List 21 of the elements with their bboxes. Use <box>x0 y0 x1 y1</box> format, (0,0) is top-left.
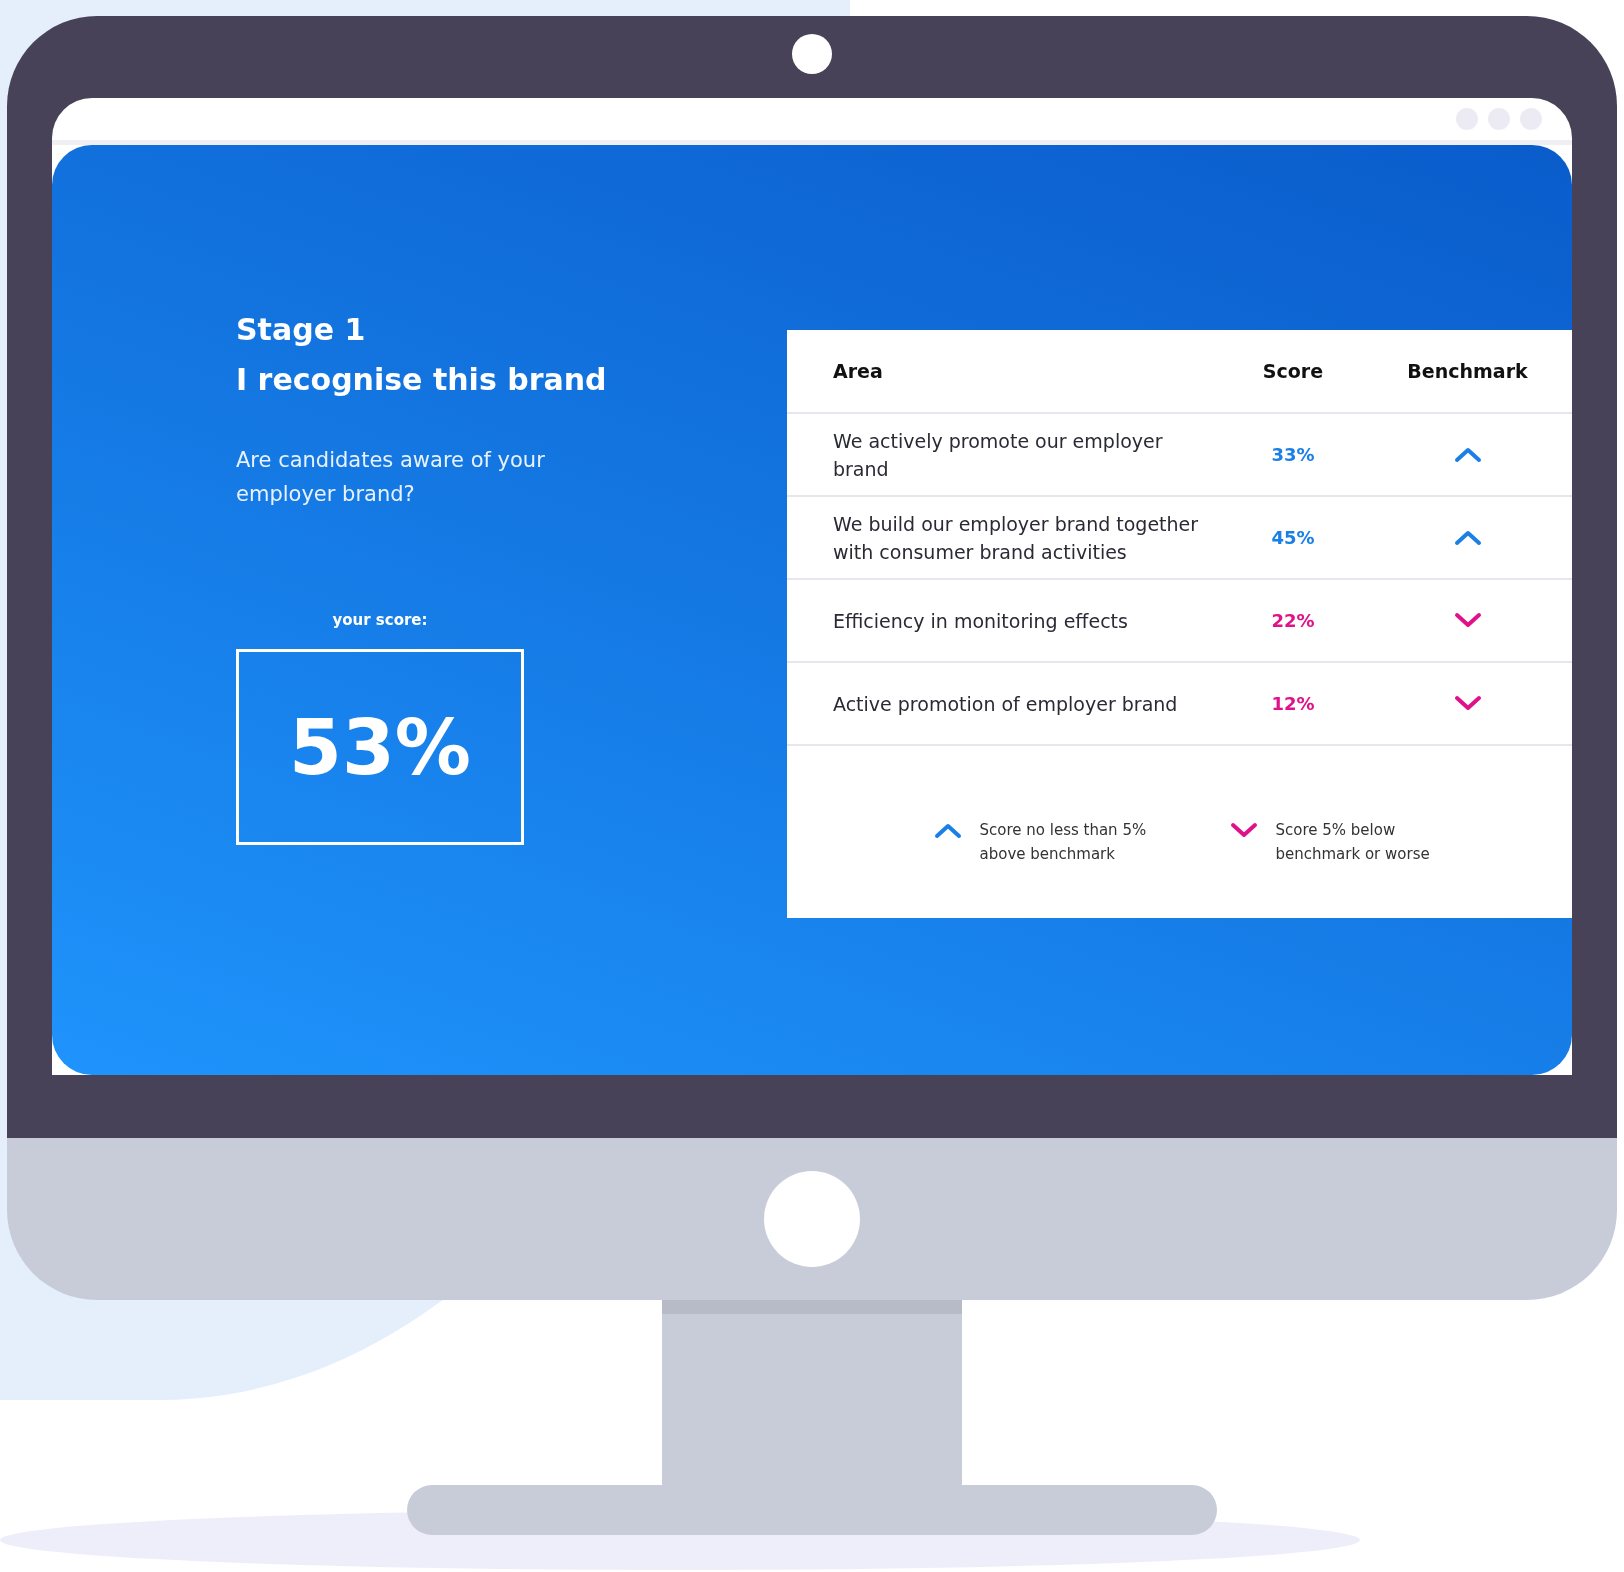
score-cell: 22% <box>1271 610 1315 631</box>
column-header: Score <box>1262 360 1324 382</box>
camera-dot <box>792 34 832 74</box>
area-cell-text: We actively promote our employer brand <box>833 428 1164 482</box>
legend-text: Score 5% below benchmark or worse <box>1275 820 1431 865</box>
area-cell-text: We build our employer brand together with consumer brand activities <box>833 511 1200 565</box>
question-text: Are candidates aware of your employer brand? <box>236 447 546 508</box>
area-cell-text: Active promotion of employer brand <box>833 691 1179 717</box>
score-box: 53% <box>236 649 524 845</box>
score-label: your score: <box>332 611 428 629</box>
score-cell: 12% <box>1271 693 1315 714</box>
area-cell-text: Efficiency in monitoring effects <box>833 608 1129 634</box>
stage-title: I recognise this brand <box>236 361 608 399</box>
column-header: Benchmark <box>1407 360 1528 382</box>
chevron-down-icon <box>1229 822 1258 839</box>
column-header: Area <box>833 360 884 382</box>
score-cell: 33% <box>1271 444 1315 465</box>
stage-label: Stage 1 <box>236 311 367 349</box>
legend-text: Score no less than 5% above benchmark <box>979 820 1148 865</box>
score-cell: 45% <box>1271 527 1315 548</box>
chevron-up-icon <box>933 822 962 839</box>
